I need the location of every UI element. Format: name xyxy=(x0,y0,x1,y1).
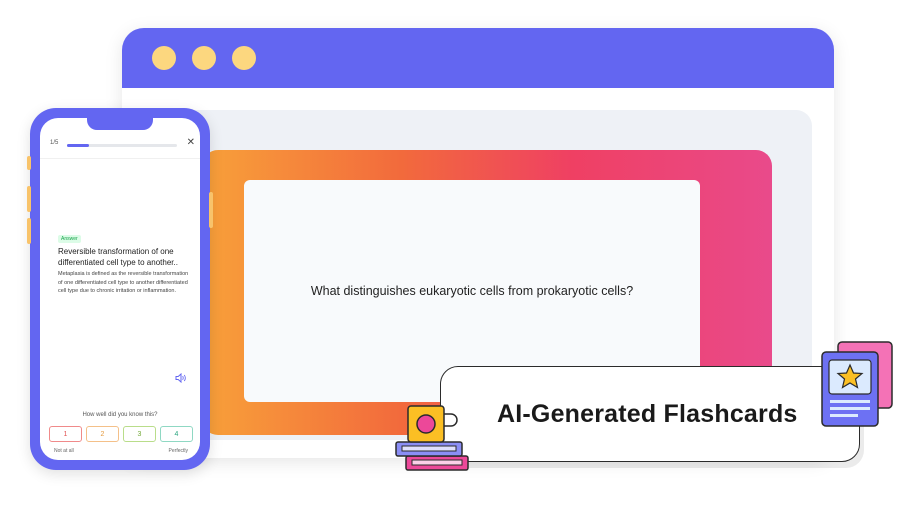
knowledge-question: How well did you know this? xyxy=(82,412,158,418)
answer-title: Reversible transformation of one differe… xyxy=(58,247,178,267)
rating-button-4[interactable]: 4 xyxy=(160,426,193,442)
phone-screen: 1/5 ✕ Answer Reversible transformation o… xyxy=(40,118,200,460)
scale-low-label: Not at all xyxy=(54,448,74,454)
rating-button-2[interactable]: 2 xyxy=(86,426,119,442)
star-cards-icon xyxy=(821,341,893,427)
window-dot-2[interactable] xyxy=(192,46,216,70)
feature-title: AI-Generated Flashcards xyxy=(497,400,798,428)
scale-high-label: Perfectly xyxy=(168,448,188,454)
progress-fill xyxy=(67,144,89,147)
progress-label: 1/5 xyxy=(50,140,59,146)
window-dot-1[interactable] xyxy=(152,46,176,70)
rating-button-3[interactable]: 3 xyxy=(123,426,156,442)
answer-badge: Answer xyxy=(58,235,81,243)
phone-side-button xyxy=(27,186,31,212)
feature-label-banner: AI-Generated Flashcards xyxy=(440,366,860,462)
phone-side-button xyxy=(27,218,31,244)
close-icon[interactable]: ✕ xyxy=(187,137,195,148)
speaker-icon[interactable] xyxy=(175,373,187,383)
phone-side-button xyxy=(27,156,31,170)
progress-row: 1/5 ✕ xyxy=(50,137,195,152)
answer-body: Metaplasia is defined as the reversible … xyxy=(58,271,189,294)
notch-speaker xyxy=(153,120,181,124)
phone-side-button xyxy=(209,192,213,228)
phone-device: 1/5 ✕ Answer Reversible transformation o… xyxy=(27,108,213,470)
stage: What distinguishes eukaryotic cells from… xyxy=(0,0,900,506)
progress-bar xyxy=(67,144,177,147)
browser-title-bar xyxy=(122,28,834,88)
phone-notch xyxy=(87,118,181,130)
mug-books-icon xyxy=(395,405,469,471)
divider xyxy=(40,158,200,159)
flashcard-question: What distinguishes eukaryotic cells from… xyxy=(310,284,634,298)
rating-button-1[interactable]: 1 xyxy=(49,426,82,442)
window-dot-3[interactable] xyxy=(232,46,256,70)
